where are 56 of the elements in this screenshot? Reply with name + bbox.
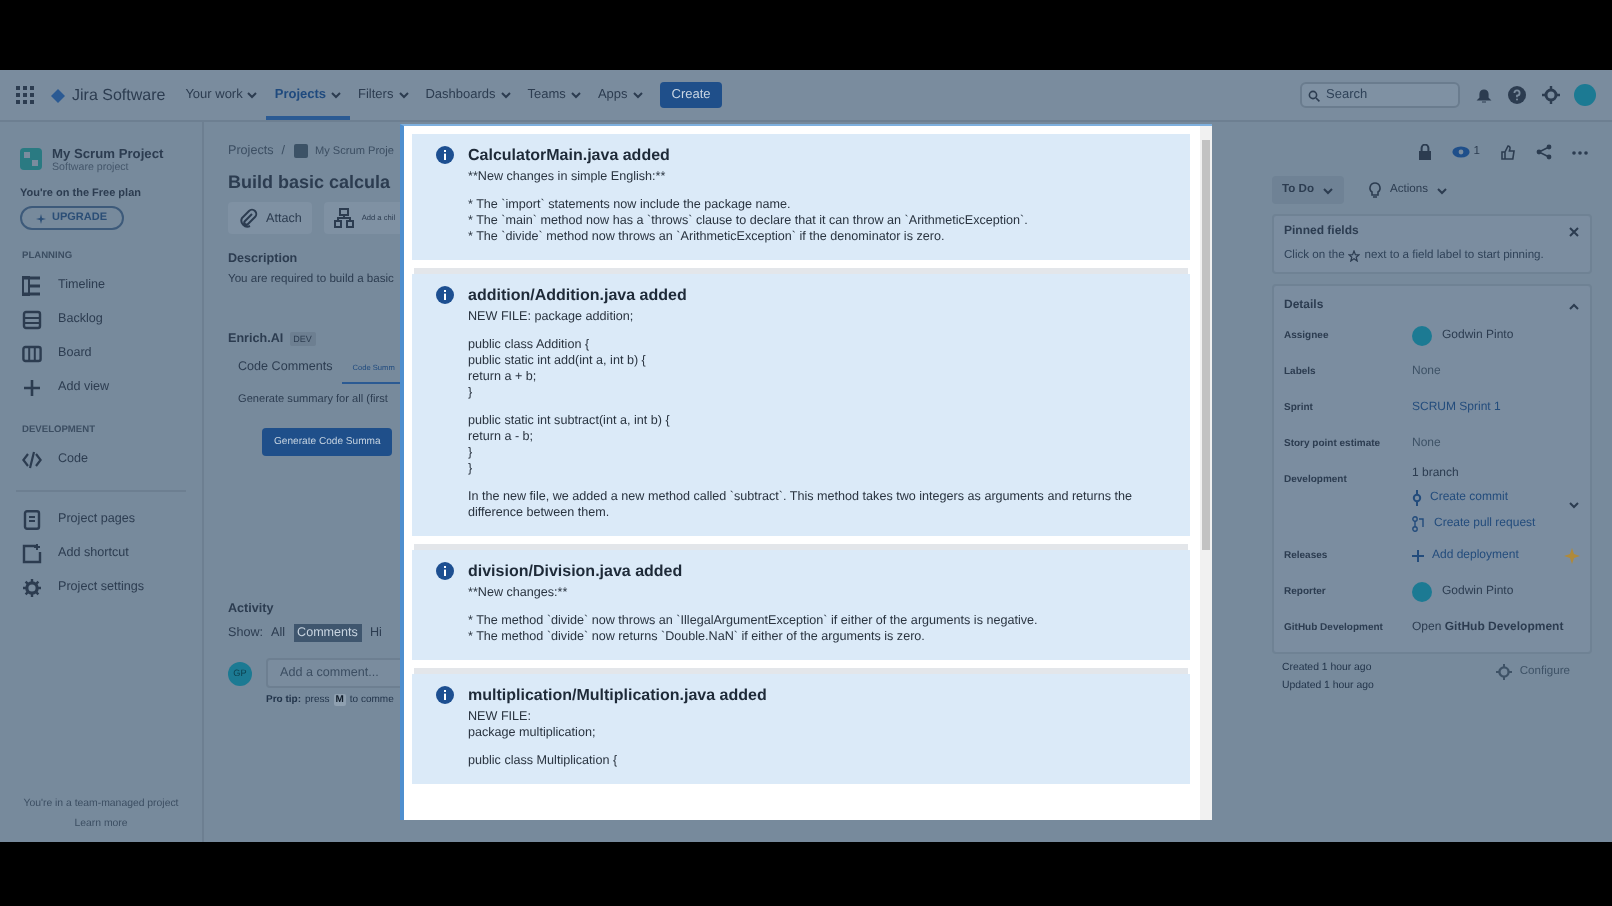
board-icon [22, 343, 42, 363]
sparkle-icon [36, 213, 46, 223]
pull-request-icon [1412, 516, 1426, 532]
info-icon [436, 286, 454, 304]
lock-icon[interactable] [1417, 144, 1432, 160]
info-icon [436, 686, 454, 704]
share-icon[interactable] [1536, 144, 1552, 160]
code-icon [22, 449, 42, 469]
chevron-down-icon [1322, 185, 1334, 195]
backlog-icon [22, 309, 42, 329]
apps-grid-icon[interactable] [16, 86, 34, 104]
search-icon [1308, 89, 1320, 101]
help-icon[interactable] [1508, 86, 1526, 104]
thumbs-up-icon[interactable] [1500, 144, 1516, 160]
file-title: multiplication/Multiplication.java added [468, 686, 767, 704]
app-logo[interactable]: Jira Software [72, 86, 166, 104]
close-icon[interactable] [1568, 226, 1580, 238]
avatar [1412, 325, 1432, 345]
hierarchy-icon [333, 208, 354, 228]
chevron-down-icon[interactable] [1568, 500, 1580, 510]
commit-icon [1412, 490, 1422, 506]
lightbulb-icon [1368, 182, 1382, 198]
settings-icon [22, 577, 42, 597]
plus-icon [22, 377, 42, 397]
chevron-down-icon [499, 90, 512, 100]
file-title: division/Division.java added [468, 562, 685, 580]
scrollbar-thumb[interactable] [1202, 140, 1210, 550]
eye-icon [1451, 146, 1470, 158]
scrollbar[interactable] [1200, 126, 1212, 820]
project-icon [20, 148, 42, 170]
file-title: CalculatorMain.java added [468, 146, 672, 164]
chevron-down-icon [397, 90, 410, 100]
settings-icon[interactable] [1542, 86, 1560, 104]
paperclip-icon [238, 208, 258, 228]
chevron-down-icon [1436, 185, 1449, 195]
logo-icon [50, 87, 66, 103]
chevron-down-icon [631, 90, 644, 100]
chevron-up-icon[interactable] [1568, 301, 1580, 311]
issue-title: Build basic calcula [228, 172, 391, 192]
settings-icon [1495, 664, 1512, 680]
plus-icon [1412, 549, 1424, 561]
chevron-down-icon [246, 90, 259, 100]
sparkle-icon [1564, 547, 1580, 563]
notifications-icon[interactable] [1476, 87, 1492, 103]
page-icon [22, 509, 42, 529]
timeline-icon [22, 275, 42, 295]
info-icon [436, 146, 454, 164]
project-icon [293, 144, 307, 158]
chevron-down-icon [569, 90, 582, 100]
chevron-down-icon [330, 90, 343, 100]
file-title: addition/Addition.java added [468, 286, 689, 304]
shortcut-icon [22, 543, 42, 563]
avatar [1412, 581, 1432, 601]
info-icon [436, 562, 454, 580]
more-icon[interactable] [1572, 149, 1588, 155]
pin-icon [1348, 250, 1361, 262]
